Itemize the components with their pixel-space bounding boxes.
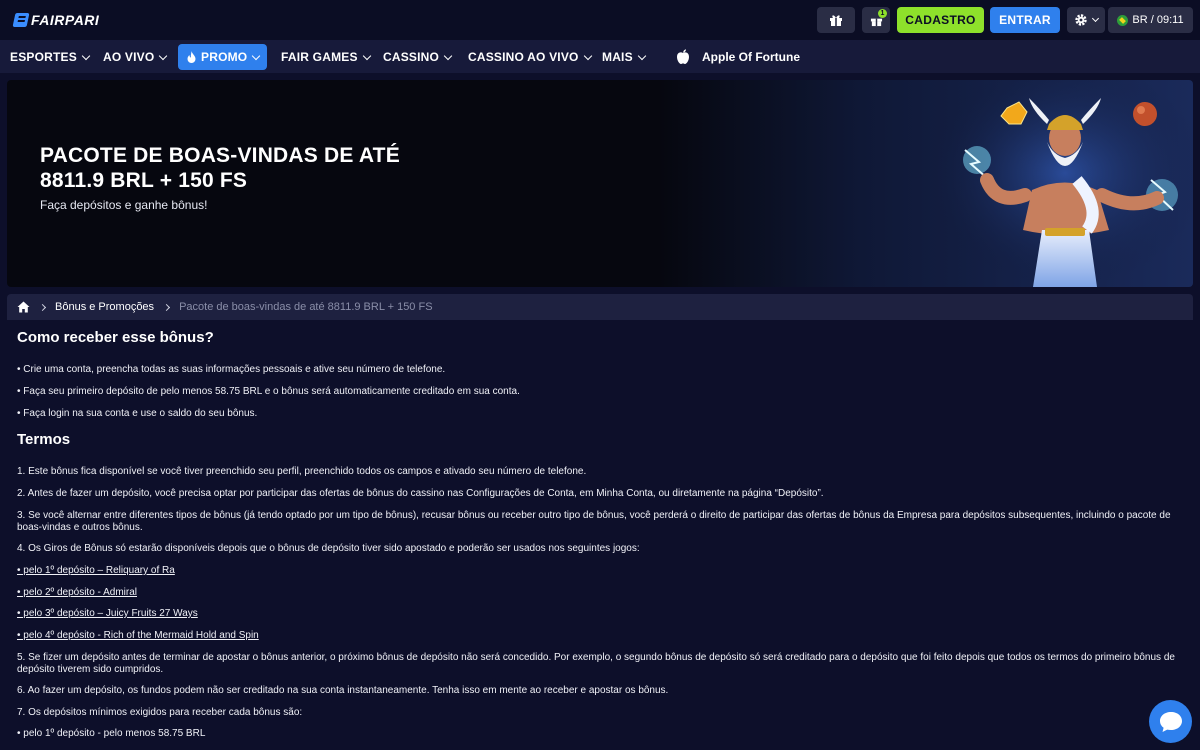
top-header: FAIRPARI 1 CADASTRO ENTRAR BR / 09:11 xyxy=(0,0,1200,40)
game-link-reliquary-of-ra[interactable]: • pelo 1º depósito – Reliquary of Ra xyxy=(17,565,1177,577)
chevron-right-icon xyxy=(163,303,171,311)
chevron-down-icon xyxy=(583,51,592,60)
breadcrumb: Bônus e Promoções Pacote de boas-vindas … xyxy=(7,294,1193,320)
term-item: 7. Os depósitos mínimos exigidos para re… xyxy=(17,707,303,718)
nav-item-promo[interactable]: PROMO xyxy=(178,44,268,70)
chevron-down-icon xyxy=(159,51,168,60)
banner-subtitle: Faça depósitos e ganhe bônus! xyxy=(40,198,208,212)
nav-label: ESPORTES xyxy=(10,50,77,64)
logo-mark-icon xyxy=(12,13,30,27)
locale-label: BR / 09:11 xyxy=(1132,14,1184,26)
notification-badge: 1 xyxy=(878,9,887,18)
gift-button[interactable] xyxy=(817,7,855,33)
game-link-juicy-fruits[interactable]: • pelo 3º depósito – Juicy Fruits 27 Way… xyxy=(17,608,1177,620)
how-to-receive-title: Como receber esse bônus? xyxy=(17,329,214,346)
chevron-right-icon xyxy=(38,303,47,311)
how-step: • Faça seu primeiro depósito de pelo men… xyxy=(17,386,520,397)
nav-label: AO VIVO xyxy=(103,50,155,64)
nav-label: FAIR GAMES xyxy=(281,50,358,64)
nav-label: CASSINO AO VIVO xyxy=(468,50,579,64)
terms-title: Termos xyxy=(17,431,71,448)
locale-selector[interactable]: BR / 09:11 xyxy=(1108,7,1193,33)
gear-icon xyxy=(1075,14,1087,26)
nav-item-cassino[interactable]: CASSINO xyxy=(383,44,453,70)
game-link-admiral[interactable]: • pelo 2º depósito - Admiral xyxy=(17,587,1177,599)
banner-title-line: 8811.9 BRL + 150 FS xyxy=(40,169,248,192)
gift-icon xyxy=(830,15,842,26)
bonus-gift-button[interactable]: 1 xyxy=(862,7,890,33)
nav-label: PROMO xyxy=(201,50,248,64)
home-icon[interactable] xyxy=(17,301,30,313)
term-item: 2. Antes de fazer um depósito, você prec… xyxy=(17,488,824,499)
chevron-down-icon xyxy=(443,51,453,60)
term-item: 4. Os Giros de Bônus só estarão disponív… xyxy=(17,543,640,554)
signup-button[interactable]: CADASTRO xyxy=(897,7,984,33)
chat-bubble-icon xyxy=(1159,711,1182,732)
term-item: 5. Se fizer um depósito antes de termina… xyxy=(17,652,1175,675)
login-button[interactable]: ENTRAR xyxy=(990,7,1060,33)
brazil-flag-icon xyxy=(1117,14,1129,26)
settings-button[interactable] xyxy=(1067,7,1105,33)
nav-item-cassino-ao-vivo[interactable]: CASSINO AO VIVO xyxy=(468,44,592,70)
chat-button[interactable] xyxy=(1149,700,1192,743)
main-navigation: ESPORTES AO VIVO PROMO FAIR GAMES CASSIN… xyxy=(0,40,1200,73)
term-item: 3. Se você alternar entre diferentes tip… xyxy=(17,510,1171,533)
nav-item-ao-vivo[interactable]: AO VIVO xyxy=(103,44,168,70)
nav-item-esportes[interactable]: ESPORTES xyxy=(10,44,91,70)
flame-icon xyxy=(187,50,196,63)
nav-item-fair-games[interactable]: FAIR GAMES xyxy=(281,44,371,70)
chevron-down-icon xyxy=(362,51,371,60)
chevron-down-icon xyxy=(252,51,261,60)
chevron-down-icon xyxy=(637,51,647,60)
zeus-illustration xyxy=(937,80,1193,287)
fairpari-logo[interactable]: FAIRPARI xyxy=(12,12,100,28)
banner-title: PACOTE DE BOAS-VINDAS DE ATÉ 8811.9 BRL … xyxy=(40,143,460,193)
logo-text: FAIRPARI xyxy=(31,12,100,28)
term-item: 1. Este bônus fica disponível se você ti… xyxy=(17,466,587,477)
breadcrumb-bonus-promotions[interactable]: Bônus e Promoções xyxy=(55,301,154,313)
how-step: • Faça login na sua conta e use o saldo … xyxy=(17,408,258,419)
banner-title-line: PACOTE DE BOAS-VINDAS DE ATÉ xyxy=(40,144,400,167)
nav-label: Apple Of Fortune xyxy=(702,50,800,64)
chevron-down-icon xyxy=(1091,14,1100,23)
nav-item-apple-of-fortune[interactable]: Apple Of Fortune xyxy=(676,44,800,70)
breadcrumb-current: Pacote de boas-vindas de até 8811.9 BRL … xyxy=(179,301,433,313)
game-link-rich-of-the-mermaid[interactable]: • pelo 4º depósito - Rich of the Mermaid… xyxy=(17,630,1177,642)
chevron-down-icon xyxy=(81,51,91,60)
nav-label: MAIS xyxy=(602,50,633,64)
term-item: • pelo 1º depósito - pelo menos 58.75 BR… xyxy=(17,728,206,739)
promo-banner: PACOTE DE BOAS-VINDAS DE ATÉ 8811.9 BRL … xyxy=(7,80,1193,287)
nav-label: CASSINO xyxy=(383,50,440,64)
term-item: 6. Ao fazer um depósito, os fundos podem… xyxy=(17,685,669,696)
nav-item-mais[interactable]: MAIS xyxy=(602,44,647,70)
apple-icon xyxy=(677,49,689,64)
how-step: • Crie uma conta, preencha todas as suas… xyxy=(17,364,446,375)
